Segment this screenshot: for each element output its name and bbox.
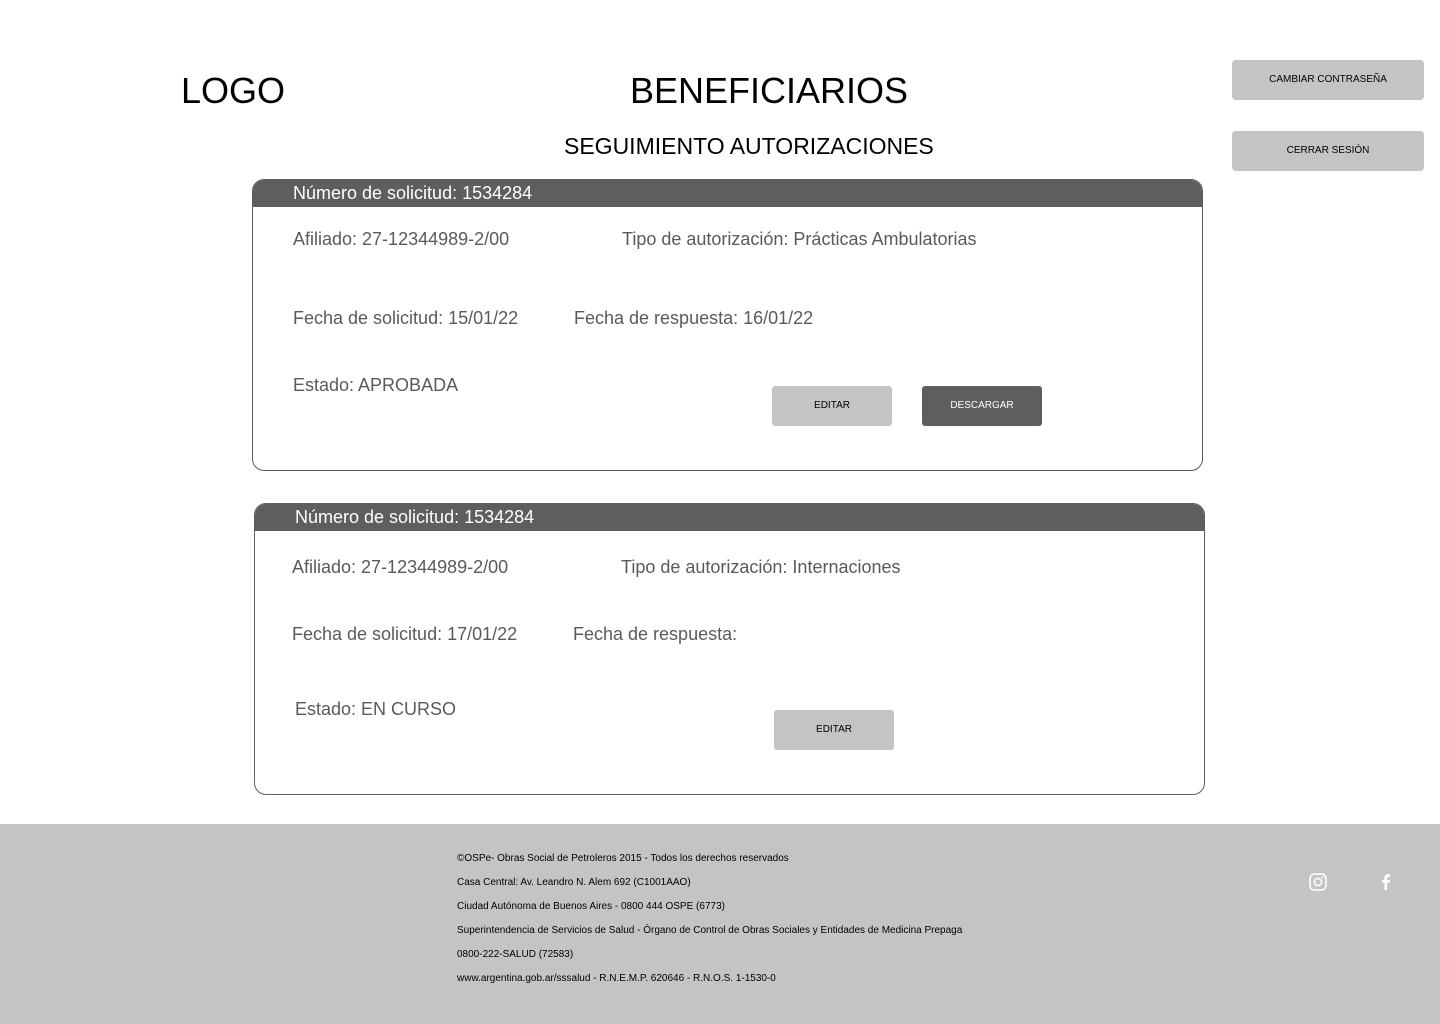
- footer-address: Casa Central: Av. Leandro N. Alem 692 (C…: [457, 877, 691, 888]
- auth-type-field: Tipo de autorización: Internaciones: [621, 557, 901, 577]
- auth-type-field: Tipo de autorización: Prácticas Ambulato…: [622, 229, 977, 249]
- status-field: Estado: EN CURSO: [295, 699, 457, 719]
- request-card: Número de solicitud: 1534284 Afiliado: 2…: [252, 179, 1203, 471]
- edit-button[interactable]: EDITAR: [772, 386, 892, 426]
- status-field: Estado: APROBADA: [293, 375, 459, 395]
- edit-button[interactable]: EDITAR: [774, 710, 894, 750]
- footer-copyright: ©OSPe- Obras Social de Petroleros 2015 -…: [457, 853, 789, 864]
- request-card: Número de solicitud: 1534284 Afiliado: 2…: [254, 503, 1205, 795]
- affiliate-field: Afiliado: 27-12344989-2/00: [292, 557, 509, 577]
- footer-regulator: Superintendencia de Servicios de Salud -…: [457, 925, 963, 936]
- logout-button[interactable]: CERRAR SESIÓN: [1232, 131, 1424, 171]
- footer-website: www.argentina.gob.ar/sssalud - R.N.E.M.P…: [457, 973, 776, 984]
- request-number: Número de solicitud: 1534284: [253, 180, 1202, 207]
- facebook-icon[interactable]: [1376, 872, 1396, 892]
- affiliate-field: Afiliado: 27-12344989-2/00: [293, 229, 510, 249]
- change-password-button[interactable]: CAMBIAR CONTRASEÑA: [1232, 60, 1424, 100]
- download-button[interactable]: DESCARGAR: [922, 386, 1042, 426]
- page-title: BENEFICIARIOS: [630, 70, 909, 111]
- footer-city-phone: Ciudad Autónoma de Buenos Aires - 0800 4…: [457, 901, 725, 912]
- logo: LOGO: [181, 70, 286, 111]
- response-date-field: Fecha de respuesta: 16/01/22: [574, 308, 814, 328]
- page-subtitle: SEGUIMIENTO AUTORIZACIONES: [564, 133, 934, 159]
- request-number: Número de solicitud: 1534284: [255, 504, 1204, 531]
- request-date-field: Fecha de solicitud: 17/01/22: [292, 624, 518, 644]
- footer-regulator-phone: 0800-222-SALUD (72583): [457, 949, 574, 960]
- footer: ©OSPe- Obras Social de Petroleros 2015 -…: [0, 824, 1440, 1024]
- response-date-field: Fecha de respuesta:: [573, 624, 738, 644]
- instagram-icon[interactable]: [1308, 872, 1328, 892]
- request-date-field: Fecha de solicitud: 15/01/22: [293, 308, 519, 328]
